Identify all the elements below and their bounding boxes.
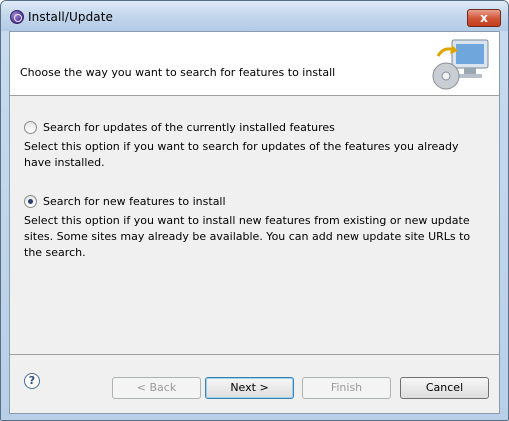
eclipse-app-icon xyxy=(10,10,24,24)
button-bar: ? < Back Next > Finish Cancel xyxy=(10,356,499,414)
wizard-banner: Feature Updates Choose the way you want … xyxy=(10,32,499,96)
dialog-client-area: Feature Updates Choose the way you want … xyxy=(9,31,500,414)
next-button[interactable]: Next > xyxy=(205,377,294,399)
radio-update-installed[interactable] xyxy=(24,121,37,134)
options-panel: Search for updates of the currently inst… xyxy=(10,97,499,355)
update-computer-icon xyxy=(432,39,489,90)
install-update-dialog: Install/Update x Feature Updates Choose … xyxy=(0,0,509,421)
help-icon[interactable]: ? xyxy=(24,373,40,389)
option-update-installed[interactable]: Search for updates of the currently inst… xyxy=(24,121,335,134)
radio-new-features[interactable] xyxy=(24,195,37,208)
option-update-installed-description: Select this option if you want to search… xyxy=(24,140,459,169)
cancel-button[interactable]: Cancel xyxy=(400,377,489,399)
close-button[interactable]: x xyxy=(467,9,501,27)
option-update-installed-label: Search for updates of the currently inst… xyxy=(43,121,335,134)
option-new-features-description: Select this option if you want to instal… xyxy=(24,214,471,259)
window-title: Install/Update xyxy=(28,10,114,24)
title-bar[interactable]: Install/Update x xyxy=(1,1,508,31)
option-new-features-label: Search for new features to install xyxy=(43,195,226,208)
option-new-features[interactable]: Search for new features to install xyxy=(24,195,226,208)
back-button[interactable]: < Back xyxy=(112,377,201,399)
finish-button[interactable]: Finish xyxy=(302,377,391,399)
banner-description: Choose the way you want to search for fe… xyxy=(20,66,336,79)
banner-title: Feature Updates xyxy=(16,41,129,55)
